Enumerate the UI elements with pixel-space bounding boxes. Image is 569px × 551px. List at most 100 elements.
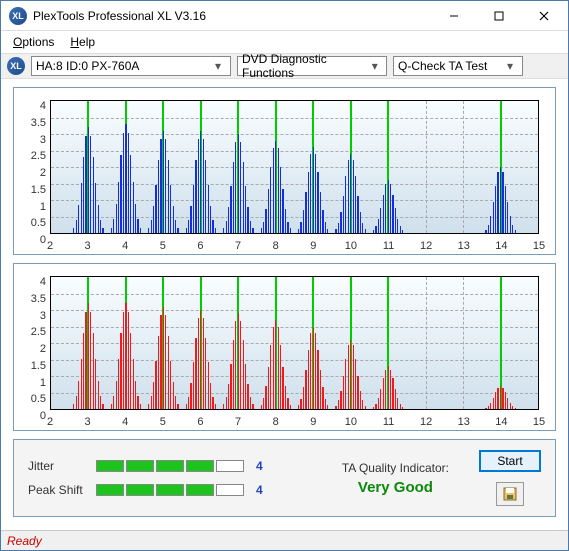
app-icon: XL — [9, 7, 27, 25]
y-tick: 4 — [20, 100, 46, 112]
jitter-row: Jitter 4 — [28, 459, 263, 473]
titlebar: XL PlexTools Professional XL V3.16 — [1, 1, 568, 31]
chart-bottom: 00.511.522.533.5423456789101112131415 — [20, 270, 549, 428]
x-tick: 8 — [273, 416, 279, 428]
x-tick: 4 — [122, 240, 128, 252]
meter-segment — [126, 460, 154, 472]
x-tick: 12 — [420, 240, 432, 252]
function-select[interactable]: DVD Diagnostic Functions ▾ — [237, 56, 387, 76]
jitter-label: Jitter — [28, 459, 88, 473]
drive-select[interactable]: HA:8 ID:0 PX-760A ▾ — [31, 56, 231, 76]
x-tick: 12 — [420, 416, 432, 428]
meter-segment — [96, 460, 124, 472]
x-tick: 14 — [495, 416, 507, 428]
meter-segment — [156, 484, 184, 496]
x-tick: 11 — [383, 240, 394, 252]
x-tick: 13 — [458, 240, 470, 252]
jitter-meter — [96, 460, 244, 472]
menu-help[interactable]: Help — [64, 33, 101, 51]
meter-segment — [156, 460, 184, 472]
x-tick: 3 — [85, 240, 91, 252]
meter-segment — [186, 484, 214, 496]
meter-segment — [126, 484, 154, 496]
y-tick: 2 — [20, 167, 46, 179]
x-tick: 13 — [458, 416, 470, 428]
peakshift-value: 4 — [256, 483, 263, 497]
function-select-value: DVD Diagnostic Functions — [242, 52, 368, 80]
x-tick: 3 — [85, 416, 91, 428]
status-text: Ready — [7, 534, 42, 548]
y-tick: 2.5 — [20, 150, 46, 162]
y-tick: 0 — [20, 410, 46, 422]
y-tick: 1.5 — [20, 360, 46, 372]
y-tick: 2 — [20, 343, 46, 355]
x-tick: 2 — [47, 240, 53, 252]
y-tick: 2.5 — [20, 326, 46, 338]
y-tick: 1 — [20, 201, 46, 213]
y-tick: 3.5 — [20, 293, 46, 305]
chevron-down-icon: ▾ — [210, 59, 226, 73]
y-tick: 0.5 — [20, 217, 46, 229]
start-button[interactable]: Start — [479, 450, 541, 472]
ta-quality-block: TA Quality Indicator: Very Good — [342, 461, 449, 496]
y-tick: 3.5 — [20, 117, 46, 129]
chart-panel-bottom: 00.511.522.533.5423456789101112131415 — [13, 263, 556, 431]
action-buttons: Start — [479, 450, 541, 506]
meter-segment — [216, 484, 244, 496]
y-tick: 1.5 — [20, 184, 46, 196]
save-icon — [502, 486, 518, 502]
y-tick: 3 — [20, 134, 46, 146]
drive-select-value: HA:8 ID:0 PX-760A — [36, 59, 139, 73]
x-tick: 7 — [235, 416, 241, 428]
ta-quality-value: Very Good — [358, 479, 433, 496]
test-select[interactable]: Q-Check TA Test ▾ — [393, 56, 523, 76]
test-select-value: Q-Check TA Test — [398, 59, 487, 73]
meter-segment — [216, 460, 244, 472]
chevron-down-icon: ▾ — [368, 59, 382, 73]
drive-icon: XL — [7, 57, 25, 75]
x-tick: 10 — [345, 240, 357, 252]
x-tick: 10 — [345, 416, 357, 428]
menu-options[interactable]: Options — [7, 33, 60, 51]
chart-top: 0 0.5 1 1.5 2 2.5 3 3.5 4 2 3 4 5 6 7 8 9 10 11 12 13 14 15 — [20, 94, 549, 252]
x-tick: 5 — [160, 416, 166, 428]
x-tick: 6 — [197, 240, 203, 252]
meter-segment — [186, 460, 214, 472]
x-tick: 11 — [383, 416, 394, 428]
x-tick: 9 — [310, 416, 316, 428]
toolbar: XL HA:8 ID:0 PX-760A ▾ DVD Diagnostic Fu… — [1, 53, 568, 79]
window-title: PlexTools Professional XL V3.16 — [33, 9, 431, 23]
minimize-button[interactable] — [431, 1, 476, 30]
peakshift-label: Peak Shift — [28, 483, 88, 497]
content-area: 00.511.522.533.5423456789101112131415 00… — [1, 79, 568, 521]
chart-panel-top: 0 0.5 1 1.5 2 2.5 3 3.5 4 2 3 4 5 6 7 8 9 10 11 12 13 14 15 — [13, 87, 556, 255]
jitter-value: 4 — [256, 459, 263, 473]
maximize-button[interactable] — [476, 1, 521, 30]
chevron-down-icon: ▾ — [502, 59, 518, 73]
x-tick: 8 — [273, 240, 279, 252]
ta-quality-label: TA Quality Indicator: — [342, 461, 449, 475]
save-results-button[interactable] — [496, 482, 524, 506]
statusbar: Ready — [1, 530, 568, 550]
x-tick: 15 — [533, 416, 545, 428]
metrics: Jitter 4 Peak Shift 4 — [28, 459, 263, 497]
y-tick: 0.5 — [20, 393, 46, 405]
meter-segment — [96, 484, 124, 496]
y-tick: 1 — [20, 377, 46, 389]
peakshift-meter — [96, 484, 244, 496]
x-tick: 5 — [160, 240, 166, 252]
peakshift-row: Peak Shift 4 — [28, 483, 263, 497]
start-button-label: Start — [497, 454, 522, 468]
y-tick: 0 — [20, 234, 46, 246]
x-tick: 4 — [122, 416, 128, 428]
results-panel: Jitter 4 Peak Shift 4 TA Quality Indicat… — [13, 439, 556, 517]
x-tick: 7 — [235, 240, 241, 252]
x-tick: 15 — [533, 240, 545, 252]
y-tick: 4 — [20, 276, 46, 288]
x-tick: 2 — [47, 416, 53, 428]
x-tick: 9 — [310, 240, 316, 252]
close-button[interactable] — [521, 1, 566, 30]
x-tick: 14 — [495, 240, 507, 252]
y-tick: 3 — [20, 310, 46, 322]
menubar: Options Help — [1, 31, 568, 53]
